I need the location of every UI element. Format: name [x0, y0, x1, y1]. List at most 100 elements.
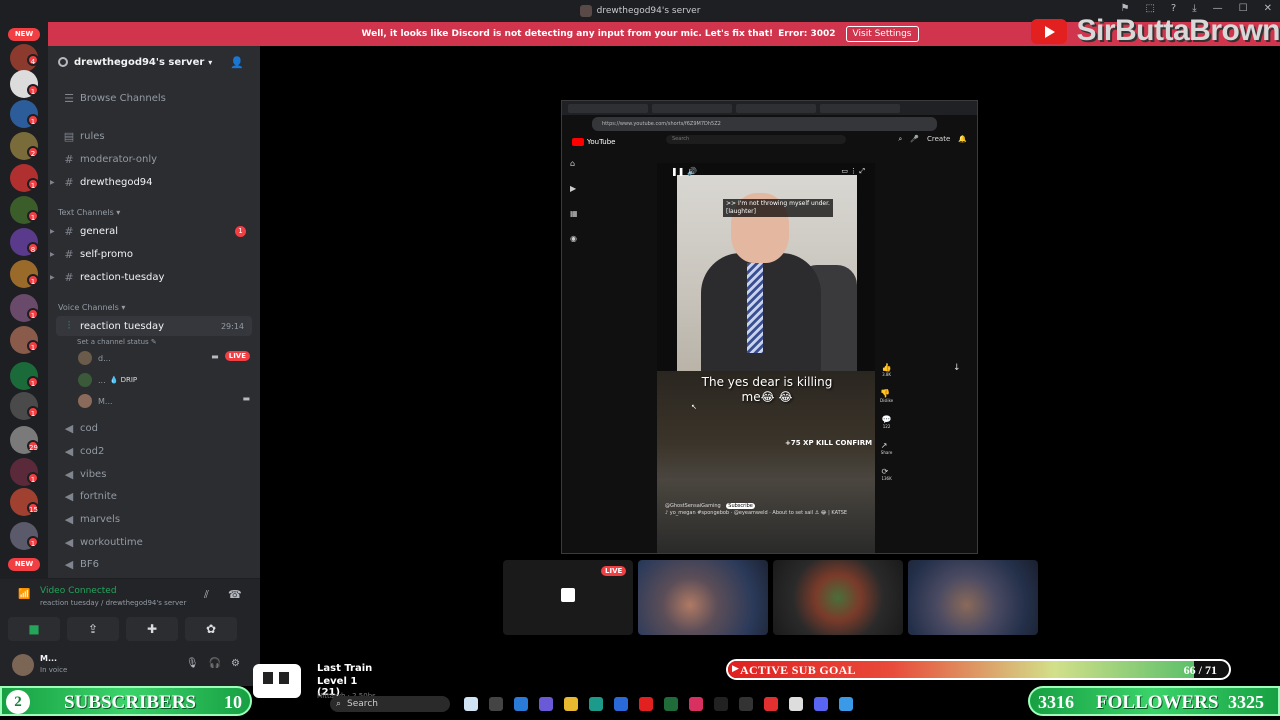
comments-button[interactable]: 💬 122: [882, 415, 892, 429]
voice-channel-vibes[interactable]: ◀ vibes: [56, 464, 252, 484]
maximize-button[interactable]: ☐: [1239, 3, 1248, 14]
app-icon[interactable]: [764, 697, 778, 711]
voice-channel-cod[interactable]: ◀ cod: [56, 418, 252, 438]
edge-icon[interactable]: [589, 697, 603, 711]
voice-channel-reaction-tuesday[interactable]: ⫶ reaction tuesday 29:14: [56, 316, 252, 336]
channel-self-promo[interactable]: ▶ # self-promo: [50, 244, 252, 264]
close-button[interactable]: ✕: [1264, 3, 1272, 14]
voice-channels-category[interactable]: Voice Channels ▾: [58, 303, 125, 312]
voice-channel-fortnite[interactable]: ◀ fortnite: [56, 486, 252, 506]
home-icon[interactable]: ⌂: [570, 159, 578, 168]
channel-rules[interactable]: ▤ rules: [56, 126, 252, 146]
followers-count-left: 3316: [1038, 692, 1074, 712]
microphone-icon[interactable]: 🎙: [186, 658, 199, 669]
caret-icon: ▶: [50, 273, 55, 281]
noise-suppression-icon[interactable]: ⫽: [204, 588, 209, 602]
signal-icon[interactable]: 📶: [18, 589, 30, 600]
gear-icon[interactable]: ⚙: [231, 658, 240, 669]
invite-icon[interactable]: 👤: [230, 56, 244, 69]
remix-button[interactable]: ⟳ 136K: [881, 467, 891, 481]
disconnect-icon[interactable]: ☎: [228, 588, 242, 601]
server-badge: 1: [27, 340, 39, 352]
dislike-button[interactable]: 👎 Dislike: [880, 389, 893, 403]
text-channels-category[interactable]: Text Channels ▾: [58, 208, 120, 217]
share-button[interactable]: ↗ Share: [881, 441, 893, 455]
file-explorer-icon[interactable]: [564, 697, 578, 711]
youtube-search-input[interactable]: Search: [666, 135, 846, 144]
user-panel: M... In voice 🎙 🎧 ⚙: [0, 646, 260, 686]
app-icon[interactable]: [839, 697, 853, 711]
browser-tab[interactable]: [736, 103, 816, 113]
video-top-panel: >> I'm not throwing myself under. [laugh…: [677, 175, 857, 371]
shorts-icon[interactable]: ▶: [570, 184, 578, 193]
sub-goal-count: 66 / 71: [1183, 663, 1217, 677]
browser-tab[interactable]: [652, 103, 732, 113]
sub-goal-bar: ▶ ACTIVE SUB GOAL 66 / 71: [726, 659, 1231, 680]
like-button[interactable]: 👍 3.8K: [882, 363, 892, 377]
participant-tile[interactable]: [908, 560, 1038, 635]
participant-tile[interactable]: [638, 560, 768, 635]
activities-button[interactable]: ✚: [126, 617, 178, 641]
voice-user[interactable]: M...: [78, 393, 113, 409]
shorts-video[interactable]: >> I'm not throwing myself under. [laugh…: [657, 163, 875, 553]
you-icon[interactable]: ◉: [570, 234, 578, 243]
voice-user[interactable]: ... 💧 DRIP: [78, 372, 137, 388]
game-icon[interactable]: [739, 697, 753, 711]
voice-channel-bf6[interactable]: ◀ BF6: [56, 554, 252, 574]
channel-drewthegod94[interactable]: ▶ # drewthegod94: [50, 172, 252, 192]
voice-channel-cod2[interactable]: ◀ cod2: [56, 441, 252, 461]
server-badge: 29: [27, 440, 39, 452]
xbox-icon[interactable]: [664, 697, 678, 711]
channel-reaction-tuesday[interactable]: ▶ # reaction-tuesday: [50, 267, 252, 287]
video-options-icon[interactable]: ▭ ⋮ ⤢: [841, 167, 865, 176]
taskbar-search[interactable]: ⌕ Search: [330, 696, 450, 712]
voice-connected-subtitle[interactable]: reaction tuesday / drewthegod94's server: [40, 599, 186, 607]
visit-settings-button[interactable]: Visit Settings: [845, 26, 919, 42]
inbox-icon[interactable]: ⚑: [1120, 3, 1129, 14]
discord-icon[interactable]: [814, 697, 828, 711]
address-bar[interactable]: https://www.youtube.com/shorts/f6Z9M7Dh5…: [592, 117, 937, 131]
subscriptions-icon[interactable]: ▦: [570, 209, 578, 218]
screen-share-button[interactable]: ⇪: [67, 617, 119, 641]
participant-tile[interactable]: [773, 560, 903, 635]
channel-status[interactable]: Set a channel status ✎: [77, 338, 157, 346]
screen-share-icon: [561, 588, 575, 602]
teams-icon[interactable]: [539, 697, 553, 711]
pause-icon[interactable]: ❚❚ 🔊: [671, 167, 697, 176]
mic-icon[interactable]: 🎤: [910, 135, 919, 144]
help-icon[interactable]: ?: [1171, 3, 1176, 14]
browser-tab[interactable]: [820, 103, 900, 113]
participant-tile[interactable]: LIVE: [503, 560, 633, 635]
soundboard-button[interactable]: ✿: [185, 617, 237, 641]
youtube-icon[interactable]: [639, 697, 653, 711]
voice-channel-marvels[interactable]: ◀ marvels: [56, 509, 252, 529]
obs-icon[interactable]: [714, 697, 728, 711]
minimize-button[interactable]: —: [1213, 3, 1223, 14]
hash-icon: #: [64, 175, 74, 189]
browser-tab[interactable]: [568, 103, 648, 113]
subscribe-button[interactable]: Subscribe: [726, 503, 755, 509]
store-icon[interactable]: [614, 697, 628, 711]
camera-button[interactable]: ■: [8, 617, 60, 641]
tiktok-icon[interactable]: [689, 697, 703, 711]
task-view-icon[interactable]: [464, 697, 478, 711]
copilot-icon[interactable]: [514, 697, 528, 711]
channel-general[interactable]: ▶ # general 1: [50, 221, 252, 241]
user-avatar[interactable]: [12, 654, 34, 676]
capcut-icon[interactable]: [789, 697, 803, 711]
terminal-icon[interactable]: [489, 697, 503, 711]
voice-channel-workouttime[interactable]: ◀ workouttime: [56, 532, 252, 552]
channel-handle[interactable]: @GhostSensaiGaming: [665, 503, 721, 509]
headphones-icon[interactable]: 🎧: [209, 658, 221, 669]
create-button[interactable]: Create: [927, 135, 950, 144]
browse-channels[interactable]: ☰ Browse Channels: [56, 88, 252, 108]
screen-share-stream[interactable]: https://www.youtube.com/shorts/f6Z9M7Dh5…: [561, 100, 978, 554]
bell-icon[interactable]: 🔔: [958, 135, 967, 144]
voice-user[interactable]: d...: [78, 350, 111, 366]
server-header[interactable]: drewthegod94's server ▾ 👤: [48, 46, 260, 78]
next-video-icon[interactable]: ↓: [953, 363, 961, 373]
download-icon[interactable]: ⤓: [1192, 3, 1196, 14]
search-icon[interactable]: ⌕: [898, 135, 902, 144]
screen-icon[interactable]: ⬚: [1145, 3, 1154, 14]
channel-moderator-only[interactable]: # moderator-only: [56, 149, 252, 169]
